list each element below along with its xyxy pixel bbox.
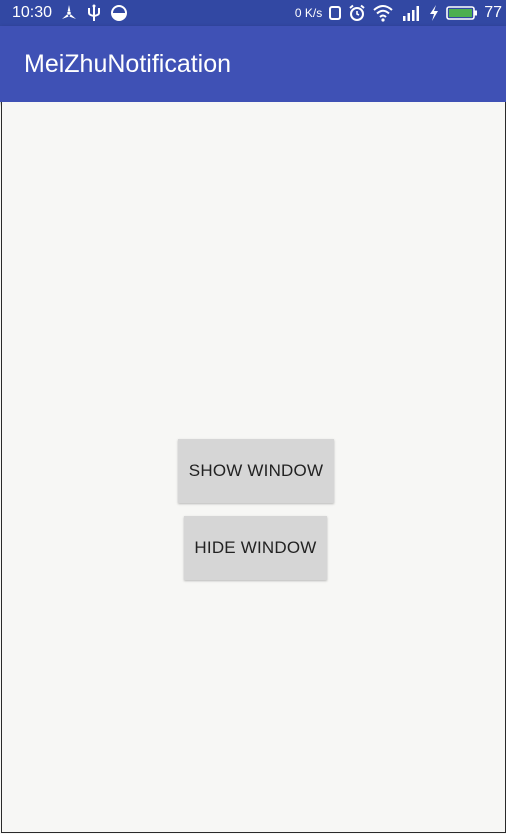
status-bar: 10:30 0 K/s 77 bbox=[0, 0, 506, 26]
status-time: 10:30 bbox=[12, 4, 53, 21]
show-window-button[interactable]: SHOW WINDOW bbox=[178, 439, 334, 503]
data-rate: 0 K/s bbox=[294, 6, 323, 20]
main-content: SHOW WINDOW HIDE WINDOW bbox=[1, 102, 506, 833]
hide-window-button[interactable]: HIDE WINDOW bbox=[184, 516, 327, 580]
wifi-icon bbox=[372, 3, 394, 23]
screen-rotate-icon bbox=[328, 3, 342, 23]
fan-icon bbox=[60, 3, 78, 23]
half-circle-icon bbox=[110, 3, 128, 23]
app-bar: MeiZhuNotification bbox=[0, 26, 506, 102]
alarm-icon bbox=[348, 3, 366, 23]
signal-icon bbox=[400, 3, 422, 23]
status-bar-left: 10:30 bbox=[12, 2, 128, 24]
status-bar-right: 0 K/s 77 bbox=[295, 2, 502, 24]
usb-icon bbox=[86, 3, 102, 23]
charging-icon bbox=[428, 3, 440, 23]
battery-level: 77 bbox=[484, 4, 502, 21]
battery-icon bbox=[446, 3, 478, 23]
app-title: MeiZhuNotification bbox=[24, 50, 232, 78]
